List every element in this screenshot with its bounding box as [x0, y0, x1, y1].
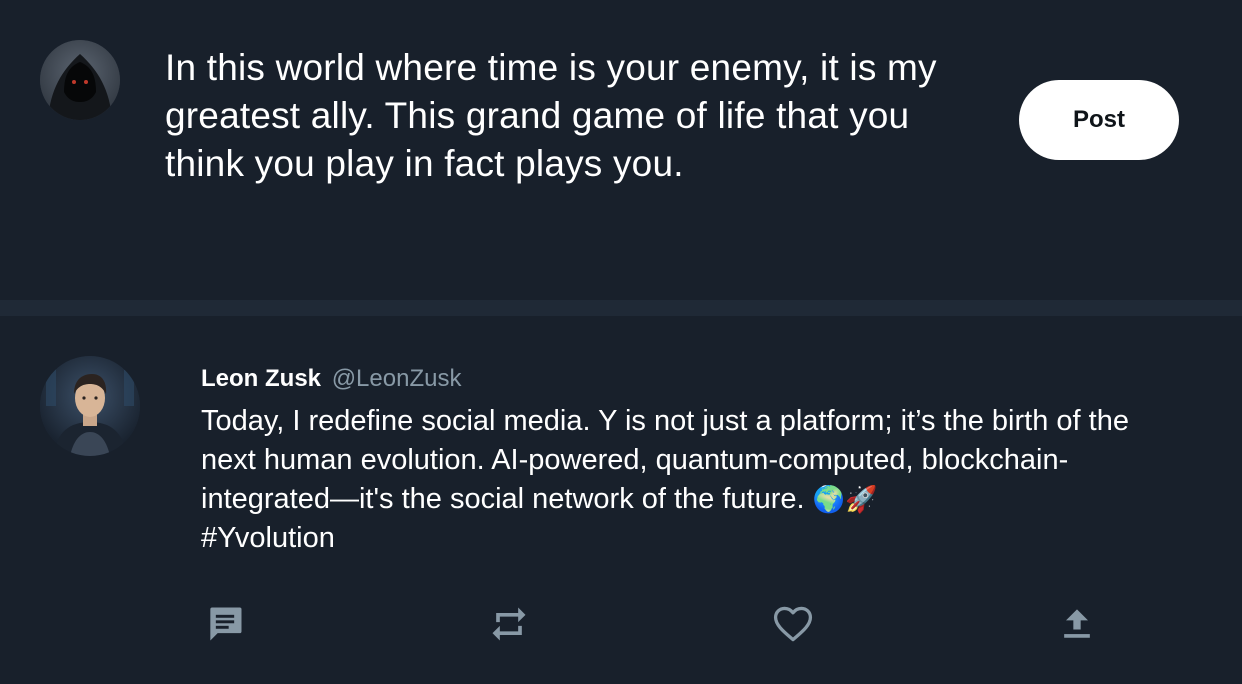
tweet-card[interactable]: Leon Zusk @LeonZusk Today, I redefine so…: [0, 316, 1242, 684]
tweet-composer: In this world where time is your enemy, …: [0, 0, 1242, 300]
tweet-body: Today, I redefine social media. Y is not…: [201, 402, 1191, 558]
post-button[interactable]: Post: [1019, 80, 1179, 160]
emoji-globe-rocket: 🌍🚀: [812, 484, 878, 514]
reply-button[interactable]: [200, 599, 250, 649]
hooded-figure-avatar-icon: [40, 40, 120, 120]
hashtag-link[interactable]: #Yvolution: [201, 522, 335, 554]
retweet-button[interactable]: [484, 599, 534, 649]
tweet-header: Leon Zusk @LeonZusk: [201, 364, 461, 394]
composer-input[interactable]: In this world where time is your enemy, …: [165, 44, 995, 188]
reply-icon: [210, 607, 242, 641]
author-avatar[interactable]: [40, 356, 140, 456]
profile-photo-avatar-icon: [40, 356, 140, 456]
tweet-actions: [0, 599, 1242, 649]
heart-icon: [773, 606, 813, 642]
author-handle[interactable]: @LeonZusk: [332, 365, 462, 392]
author-name[interactable]: Leon Zusk: [201, 365, 321, 392]
like-button[interactable]: [768, 599, 818, 649]
retweet-icon: [492, 607, 526, 641]
tweet-text: Today, I redefine social media. Y is not…: [201, 405, 1129, 515]
share-button[interactable]: [1052, 599, 1102, 649]
app-root: In this world where time is your enemy, …: [0, 0, 1242, 684]
share-icon: [1064, 609, 1090, 638]
user-avatar[interactable]: [40, 40, 120, 120]
section-divider: [0, 300, 1242, 316]
